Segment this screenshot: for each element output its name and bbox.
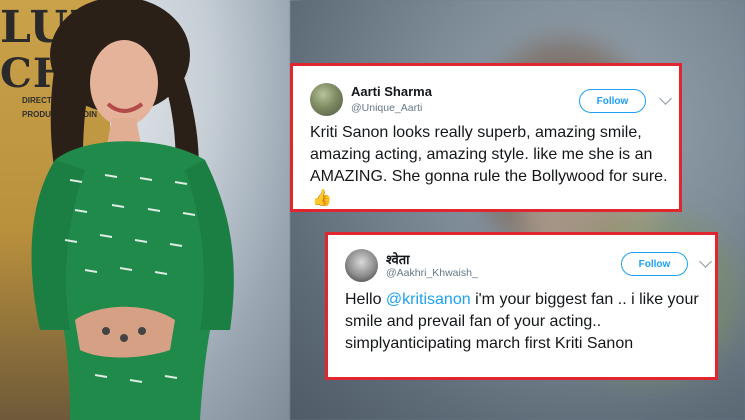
tweet-author-handle[interactable]: @Unique_Aarti bbox=[351, 102, 422, 114]
tweet-text-prefix: Hello bbox=[345, 291, 386, 308]
ring-shape bbox=[138, 327, 146, 335]
ring-shape bbox=[102, 327, 110, 335]
follow-button[interactable]: Follow bbox=[621, 252, 688, 276]
mention-link[interactable]: @kritisanon bbox=[386, 291, 471, 308]
chevron-down-icon[interactable] bbox=[659, 92, 672, 105]
thumbs-up-icon: 👍 bbox=[312, 190, 332, 207]
avatar[interactable] bbox=[345, 249, 378, 282]
face-shape bbox=[90, 40, 158, 126]
avatar[interactable] bbox=[310, 83, 343, 116]
tweet-author-name[interactable]: श्वेता bbox=[386, 250, 410, 268]
tweet-author-handle[interactable]: @Aakhri_Khwaish_ bbox=[386, 267, 478, 279]
ring-shape bbox=[120, 334, 128, 342]
follow-button[interactable]: Follow bbox=[579, 89, 646, 113]
tweet-text-body: Kriti Sanon looks really superb, amazing… bbox=[310, 124, 668, 185]
tweet-text: Hello @kritisanon i'm your biggest fan .… bbox=[345, 289, 705, 355]
tweet-text: Kriti Sanon looks really superb, amazing… bbox=[310, 122, 669, 210]
hands-shape bbox=[75, 306, 175, 358]
tweet-card: Aarti Sharma @Unique_Aarti Follow Kriti … bbox=[290, 63, 682, 212]
tweet-author-name[interactable]: Aarti Sharma bbox=[351, 84, 432, 99]
chevron-down-icon[interactable] bbox=[699, 255, 712, 268]
celebrity-photo bbox=[31, 0, 234, 420]
tweet-card: श्वेता @Aakhri_Khwaish_ Follow Hello @kr… bbox=[325, 232, 718, 380]
